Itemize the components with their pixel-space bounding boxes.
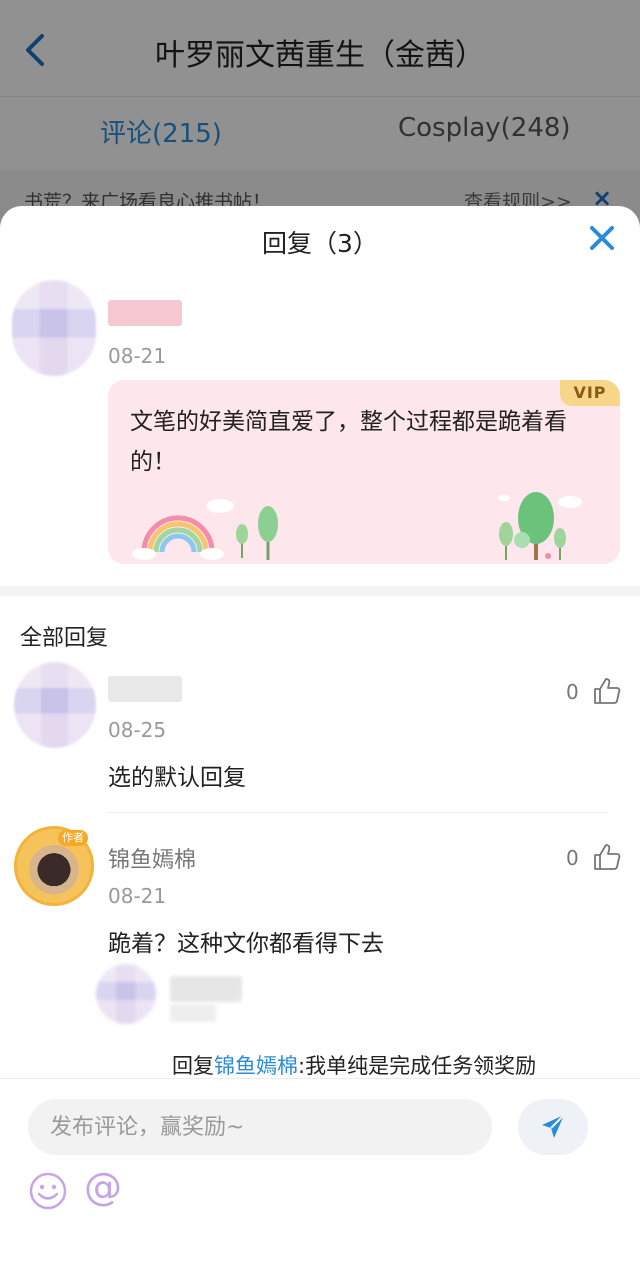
reply-username[interactable]: 锦鱼嫣棉 [108,842,196,874]
comment-composer: @ [0,1078,640,1264]
thumbs-up-icon[interactable] [592,842,622,872]
reply-sheet: 回复（3） 08-21 VIP 文笔的好美简直爱了，整个过程都是跪着看的！ 全部… [0,206,640,1264]
post-date: 08-21 [108,344,167,368]
section-divider [0,586,640,596]
thumbs-up-icon[interactable] [592,676,622,706]
reply-date: 08-21 [108,884,167,908]
username-redacted[interactable] [108,300,182,326]
send-button[interactable] [518,1099,588,1155]
username-redacted[interactable] [108,676,182,702]
mention-at-icon[interactable]: @ [84,1167,122,1207]
sub-reply-text[interactable]: 回复锦鱼嫣棉:我单纯是完成任务领奖励 [172,1050,536,1080]
modal-backdrop[interactable] [0,0,640,230]
background-page: 叶罗丽文茜重生（金茜） 评论(215) Cosplay(248) 书荒？来广场看… [0,0,640,230]
divider [108,812,608,813]
reply-date: 08-25 [108,718,167,742]
mention-link[interactable]: 锦鱼嫣棉 [214,1054,298,1078]
close-icon[interactable] [584,220,620,256]
rainbow-tree-decoration-icon [132,492,582,560]
send-plane-icon [542,1114,565,1138]
comment-text: 文笔的好美简直爱了，整个过程都是跪着看的！ [130,409,567,475]
reply-text[interactable]: 选的默认回复 [108,758,246,792]
emoji-icon[interactable] [28,1171,68,1211]
avatar[interactable] [12,280,96,376]
author-badge: 作者 [58,830,88,846]
like-count: 0 [566,680,579,704]
username-redacted[interactable] [170,976,242,1002]
comment-bubble[interactable]: VIP 文笔的好美简直爱了，整个过程都是跪着看的！ [108,380,620,564]
sheet-title: 回复（3） [262,229,378,258]
comment-input[interactable] [28,1099,492,1155]
avatar[interactable] [96,964,156,1024]
all-replies-label: 全部回复 [20,626,109,651]
reply-prefix: 回复 [172,1054,214,1078]
sub-reply-content: :我单纯是完成任务领奖励 [298,1054,537,1078]
like-count: 0 [566,846,579,870]
reply-text[interactable]: 跪着？这种文你都看得下去 [108,924,384,958]
username-redacted [170,1004,216,1022]
avatar[interactable] [14,662,96,748]
